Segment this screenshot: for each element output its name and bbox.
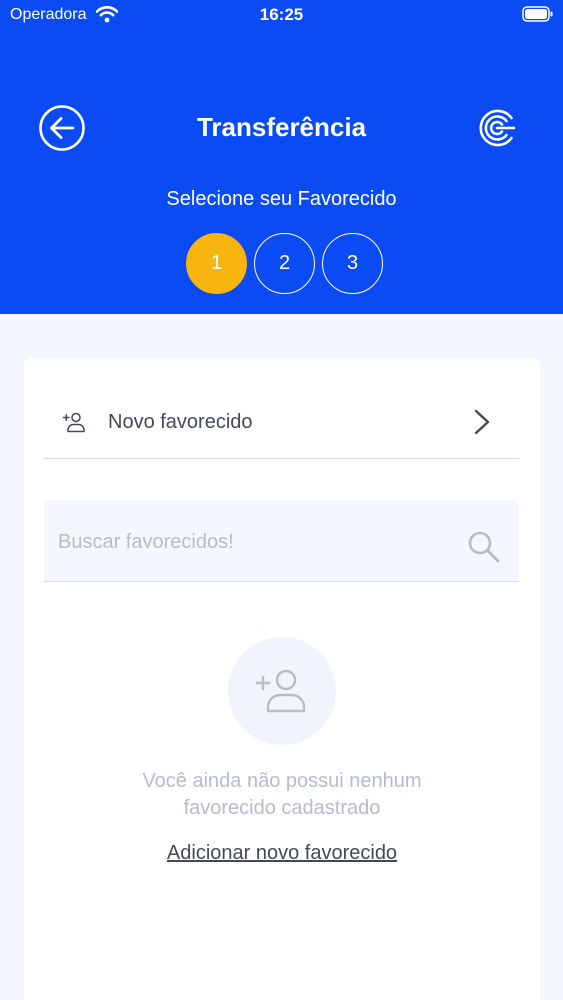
favorites-card: Novo favorecido Você ainda não possui ne…: [24, 358, 540, 1000]
battery-icon: [522, 6, 553, 22]
header: Operadora 16:25 Transferência Selecione …: [0, 0, 563, 314]
brand-logo-icon: [479, 109, 516, 147]
new-favorite-row[interactable]: Novo favorecido: [44, 384, 519, 459]
step-indicator: 1 2 3: [186, 233, 386, 295]
step-3: 3: [322, 233, 383, 294]
search-box: [44, 500, 519, 582]
add-user-icon: [62, 412, 85, 433]
step-subtitle: Selecione seu Favorecido: [166, 188, 397, 210]
search-icon[interactable]: [467, 530, 501, 564]
empty-state-message-line-1: Você ainda não possui nenhum: [142, 770, 422, 792]
step-1: 1: [186, 233, 247, 294]
status-bar: Operadora 16:25: [0, 0, 563, 30]
empty-state-message: Você ainda não possui nenhum favorecido …: [24, 768, 540, 822]
add-new-favorite-link[interactable]: Adicionar novo favorecido: [24, 842, 540, 865]
search-input[interactable]: [58, 524, 448, 560]
empty-state-message-line-2: favorecido cadastrado: [183, 797, 381, 819]
new-favorite-label: Novo favorecido: [108, 411, 253, 433]
step-2: 2: [254, 233, 315, 294]
add-user-icon: [255, 669, 306, 713]
empty-state-avatar: [228, 637, 336, 745]
clock: 16:25: [259, 5, 304, 24]
chevron-right-icon: [474, 409, 490, 435]
